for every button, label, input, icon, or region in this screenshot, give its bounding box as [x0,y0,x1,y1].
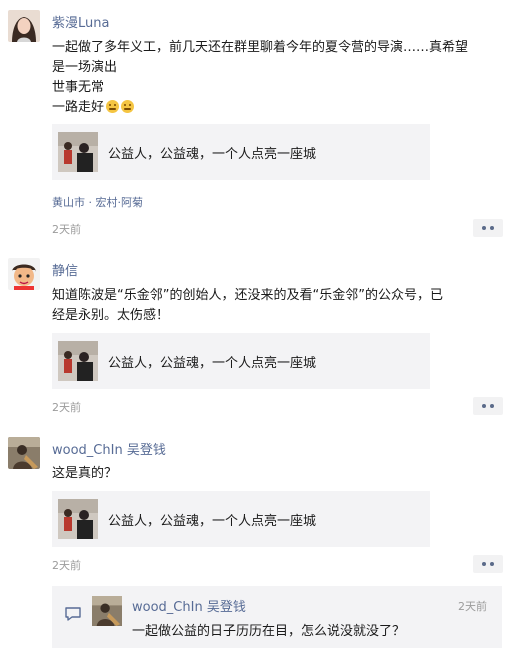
shared-article-card[interactable]: 公益人，公益魂，一个人点亮一座城 [52,333,430,389]
comment-line: 世事无常 [52,80,105,95]
more-button[interactable] [473,555,503,573]
more-dots-icon [490,562,494,566]
sad-face-emoji-icon [121,100,135,113]
photo-thumbnail-icon [58,499,98,539]
comment-line: 一起做了多年义工，前几天还在群里聊着今年的夏令营的导演……真希望 [52,40,469,55]
comment-text: 知道陈波是“乐金邻”的创始人，还没来的及看“乐金邻”的公众号，已 经是永别。太伤… [52,286,502,326]
comment-line: 这是真的？ [52,466,118,481]
comment-line-with-emoji: 一路走好 [52,98,502,118]
reply-text: 一起做公益的日子历历在目，怎么说没就没了？ [132,624,406,639]
more-dots-icon [490,226,494,230]
comment-item: 紫漫Luna 一起做了多年义工，前几天还在群里聊着今年的夏令营的导演……真希望 … [0,0,509,240]
shared-article-card[interactable]: 公益人，公益魂，一个人点亮一座城 [52,124,430,180]
comment-username[interactable]: 紫漫Luna [52,12,109,31]
avatar-photo-icon [8,10,40,42]
avatar-photo-icon [92,596,122,626]
more-button[interactable] [473,219,503,237]
article-title: 公益人，公益魂，一个人点亮一座城 [108,147,317,162]
comment-line: 是一场演出 [52,60,118,75]
article-thumbnail [58,132,98,172]
comment-time: 2天前 [52,559,81,572]
comment-username[interactable]: 静信 [52,260,78,279]
comment-bubble-icon [64,606,82,622]
comment-username[interactable]: wood_ChIn 吴登钱 [52,439,166,458]
comment-time: 2天前 [52,223,81,236]
comment-line: 知道陈波是“乐金邻”的创始人，还没来的及看“乐金邻”的公众号，已 [52,288,443,303]
article-title: 公益人，公益魂，一个人点亮一座城 [108,514,317,529]
comment-text: 一起做了多年义工，前几天还在群里聊着今年的夏令营的导演……真希望 是一场演出 世… [52,38,502,118]
location-link[interactable]: 黄山市 · 宏村·阿菊 [52,194,143,210]
article-thumbnail [58,341,98,381]
more-button[interactable] [473,397,503,415]
avatar[interactable] [8,437,40,469]
more-dots-icon [490,404,494,408]
photo-thumbnail-icon [58,132,98,172]
photo-thumbnail-icon [58,341,98,381]
avatar[interactable] [8,258,40,290]
article-title: 公益人，公益魂，一个人点亮一座城 [108,356,317,371]
avatar[interactable] [8,10,40,42]
comment-line: 一路走好 [52,100,105,115]
article-thumbnail [58,499,98,539]
comment-line: 经是永别。太伤感！ [52,308,170,323]
shared-article-card[interactable]: 公益人，公益魂，一个人点亮一座城 [52,491,430,547]
reply-box: wood_ChIn 吴登钱 2天前 一起做公益的日子历历在目，怎么说没就没了？ [52,586,502,648]
comment-text: 这是真的？ [52,464,502,484]
reply-avatar[interactable] [92,596,122,626]
sad-face-emoji-icon [106,100,120,113]
avatar-cartoon-icon [8,258,40,290]
avatar-photo-icon [8,437,40,469]
comment-time: 2天前 [52,401,81,414]
more-dots-icon [482,562,486,566]
reply-username[interactable]: wood_ChIn 吴登钱 [132,596,246,615]
more-dots-icon [482,226,486,230]
reply-time: 2天前 [458,600,487,613]
more-dots-icon [482,404,486,408]
